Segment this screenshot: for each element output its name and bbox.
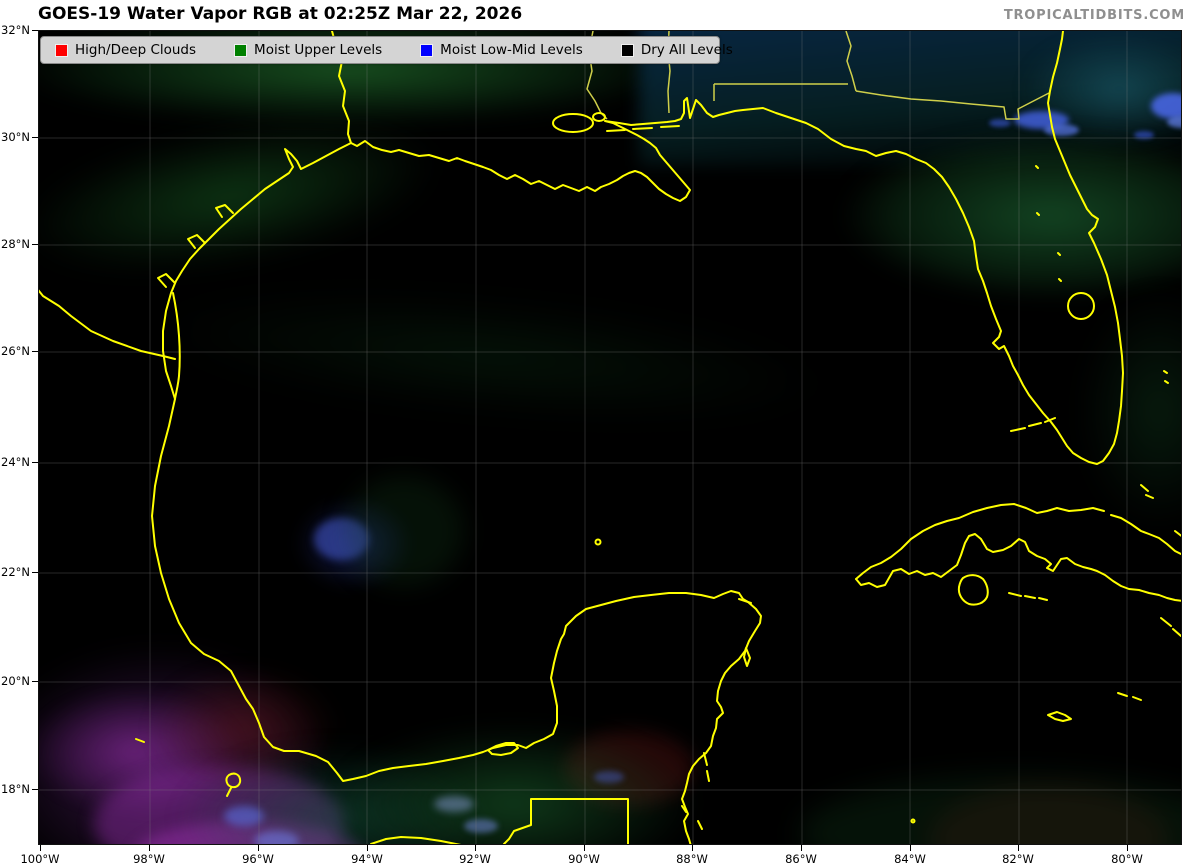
coast-louisiana-florida [351, 31, 1123, 464]
lon-tick-mark [149, 845, 151, 851]
legend-label: High/Deep Clouds [75, 42, 196, 58]
lon-tick-label: 90°W [554, 852, 614, 866]
lon-tick-mark [40, 845, 42, 851]
belize-cays [682, 599, 751, 829]
lon-tick-mark [584, 845, 586, 851]
lon-tick-label: 94°W [337, 852, 397, 866]
border-al-fl [714, 84, 848, 101]
legend-swatch-icon [621, 44, 634, 57]
lon-tick-mark [475, 845, 477, 851]
matagorda-bay [216, 205, 233, 217]
lon-tick-label: 82°W [988, 852, 1048, 866]
lat-tick-label: 18°N [0, 782, 30, 796]
lon-tick-label: 80°W [1097, 852, 1157, 866]
lat-tick-label: 22°N [0, 565, 30, 579]
legend-swatch-icon [55, 44, 68, 57]
lon-tick-mark [1127, 845, 1129, 851]
laguna-tamiahua [136, 739, 144, 742]
lake-pontchartrain [553, 114, 593, 132]
lat-tick-mark [32, 137, 38, 139]
lon-tick-mark [367, 845, 369, 851]
lat-tick-label: 30°N [0, 130, 30, 144]
barrier-islands-ms [607, 126, 679, 131]
lon-tick-mark [258, 845, 260, 851]
lat-tick-mark [32, 244, 38, 246]
yucatan-borders [504, 799, 628, 845]
legend: High/Deep Clouds Moist Upper Levels Moist … [40, 36, 720, 64]
lat-tick-label: 32°N [0, 23, 30, 37]
corpus-christi-bay [158, 274, 175, 287]
lon-tick-label: 88°W [662, 852, 722, 866]
lat-tick-mark [32, 789, 38, 791]
lat-tick-label: 26°N [0, 344, 30, 358]
lat-tick-mark [32, 572, 38, 574]
lat-tick-mark [32, 681, 38, 683]
padre-island [173, 293, 180, 399]
border-chattahoochee [846, 31, 856, 91]
legend-label: Dry All Levels [641, 42, 733, 58]
lon-tick-label: 86°W [771, 852, 831, 866]
cozumel-island [744, 648, 750, 666]
lat-tick-label: 20°N [0, 674, 30, 688]
lon-tick-mark [1018, 845, 1020, 851]
pacific-coast [371, 837, 479, 845]
florida-lakes [1036, 166, 1061, 281]
lon-tick-label: 100°W [10, 852, 70, 866]
lon-tick-label: 84°W [880, 852, 940, 866]
lon-tick-label: 96°W [228, 852, 288, 866]
lon-tick-mark [801, 845, 803, 851]
legend-swatch-icon [234, 44, 247, 57]
lon-tick-label: 92°W [445, 852, 505, 866]
satellite-map [38, 30, 1182, 845]
watermark-text: TROPICALTIDBITS.COM [1004, 8, 1185, 23]
page-title: GOES-19 Water Vapor RGB at 02:25Z Mar 22… [38, 4, 522, 24]
satellite-page: GOES-19 Water Vapor RGB at 02:25Z Mar 22… [0, 0, 1200, 867]
coast-texas-mexico-yucatan [152, 31, 761, 845]
legend-item-0: High/Deep Clouds [55, 42, 196, 58]
legend-swatch-icon [420, 44, 433, 57]
bahamas-cays [1141, 485, 1182, 636]
coastlines [39, 31, 1182, 845]
cuba-cays [1009, 593, 1047, 600]
legend-item-2: Moist Low-Mid Levels [420, 42, 583, 58]
lat-tick-mark [32, 30, 38, 32]
lon-tick-label: 98°W [119, 852, 179, 866]
alacranes-reef [596, 540, 601, 545]
lon-tick-mark [910, 845, 912, 851]
lat-tick-mark [32, 462, 38, 464]
isle-of-youth [959, 575, 988, 605]
lake-maurepas [593, 113, 605, 121]
graticule [39, 31, 1182, 845]
lat-tick-mark [32, 351, 38, 353]
legend-item-3: Dry All Levels [621, 42, 733, 58]
lon-tick-mark [692, 845, 694, 851]
lat-tick-label: 28°N [0, 237, 30, 251]
legend-label: Moist Upper Levels [254, 42, 382, 58]
legend-item-1: Moist Upper Levels [234, 42, 382, 58]
rio-grande [39, 281, 175, 359]
lake-okeechobee [1068, 293, 1094, 319]
coastline-overlay [39, 31, 1182, 845]
lat-tick-label: 24°N [0, 455, 30, 469]
legend-label: Moist Low-Mid Levels [440, 42, 583, 58]
laguna-catemaco [226, 774, 240, 796]
border-fl-ga [856, 91, 1049, 119]
swan-island [912, 820, 915, 823]
